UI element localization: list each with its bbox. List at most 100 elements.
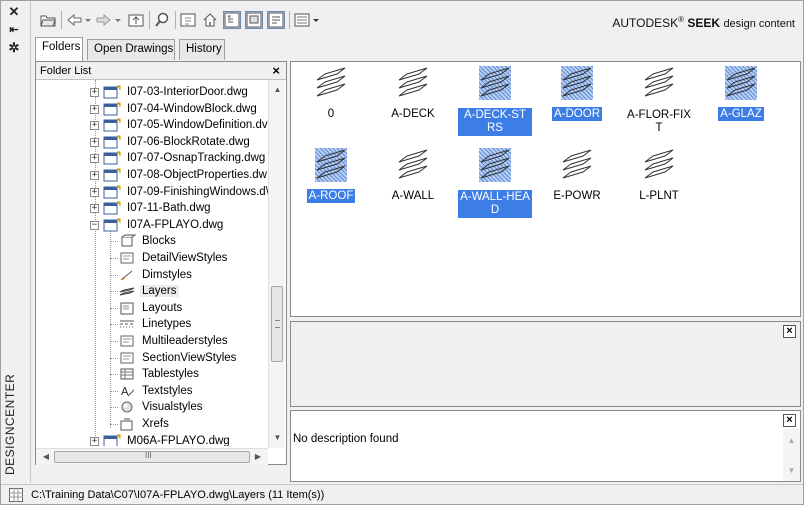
folder-tree: + I07-03-InteriorDoor.dwg + I07-04-WindowBl… <box>36 80 268 446</box>
tree-item-blocks[interactable]: Blocks <box>118 233 178 249</box>
tree-item-label: Visualstyles <box>142 401 203 413</box>
toolbar: AUTODESK® SEEK design content <box>35 5 801 37</box>
scroll-left-arrow-icon[interactable]: ◀ <box>38 449 54 465</box>
expand-icon[interactable]: + <box>90 170 99 180</box>
drawing-file-icon <box>103 168 121 182</box>
folder-list-title: Folder List <box>40 65 92 77</box>
folder-list-close-icon[interactable]: × <box>272 63 280 78</box>
layer-item[interactable]: L-PLNT <box>619 148 699 208</box>
expand-icon[interactable]: + <box>90 137 99 147</box>
tree-item-layouts[interactable]: Layouts <box>118 300 184 316</box>
load-folder-icon[interactable] <box>39 11 57 29</box>
vertical-scroll-thumb[interactable] <box>271 286 283 362</box>
tree-item-textstyles[interactable]: A Textstyles <box>118 383 195 399</box>
tree-item-visualstyles[interactable]: Visualstyles <box>118 399 205 415</box>
tree-item-drawing[interactable]: + I07-09-FinishingWindows.d\ <box>90 184 268 200</box>
back-icon[interactable] <box>65 11 83 29</box>
drawing-file-icon <box>103 185 121 199</box>
folder-list-vertical-scrollbar[interactable]: ▲ ▼ <box>268 80 285 448</box>
tree-item-drawing[interactable]: + I07-03-InteriorDoor.dwg <box>90 84 250 100</box>
layer-item[interactable]: A-ROOF <box>291 148 371 208</box>
description-text: No description found <box>293 433 399 445</box>
tree-item-label: Linetypes <box>142 318 192 330</box>
layer-item[interactable]: A-FLOR-FIXT <box>619 66 699 134</box>
layer-item[interactable]: A-WALL-HEAD <box>455 148 535 218</box>
forward-dropdown-icon[interactable] <box>113 11 123 29</box>
layer-item[interactable]: A-DOOR <box>537 66 617 126</box>
tree-view-toggle-icon[interactable] <box>223 11 241 29</box>
tree-item-drawing[interactable]: + I07-08-ObjectProperties.dw <box>90 167 268 183</box>
layer-item[interactable]: E-POWR <box>537 148 617 208</box>
layer-icon <box>479 148 511 182</box>
tree-item-multileader-styles[interactable]: Multileaderstyles <box>118 333 230 349</box>
collapse-icon[interactable]: − <box>90 220 99 230</box>
tree-item-tablestyles[interactable]: Tablestyles <box>118 366 201 382</box>
multileader-styles-icon <box>120 335 134 347</box>
layer-icon <box>398 149 428 179</box>
folder-list-horizontal-scrollbar[interactable]: ◀ III ▶ <box>36 448 268 465</box>
scroll-down-arrow-icon[interactable]: ▼ <box>269 430 286 446</box>
layer-item[interactable]: A-GLAZ <box>701 66 781 126</box>
preview-close-icon[interactable]: × <box>783 325 796 338</box>
tab-open-drawings[interactable]: Open Drawings <box>87 39 175 60</box>
layer-name: A-DECK-STRS <box>458 108 532 136</box>
views-dropdown-icon[interactable] <box>311 11 321 29</box>
views-icon[interactable] <box>293 11 311 29</box>
layer-item[interactable]: A-DECK-STRS <box>455 66 535 136</box>
expand-icon[interactable]: + <box>90 87 99 97</box>
expand-icon[interactable]: + <box>90 187 99 197</box>
tab-history[interactable]: History <box>179 39 225 60</box>
close-palette-icon[interactable]: ✕ <box>7 5 21 19</box>
scroll-right-arrow-icon[interactable]: ▶ <box>250 449 266 465</box>
horizontal-scroll-thumb[interactable]: III <box>54 451 250 463</box>
layer-item[interactable]: A-DECK <box>373 66 453 126</box>
tree-item-layers[interactable]: Layers <box>118 283 179 299</box>
layer-item[interactable]: 0 <box>291 66 371 126</box>
autohide-icon[interactable]: ⇤ <box>7 23 21 37</box>
detail-view-styles-icon <box>120 252 134 264</box>
expand-icon[interactable]: + <box>90 203 99 213</box>
tree-item-drawing[interactable]: + I07-11-Bath.dwg <box>90 200 213 216</box>
layer-name: A-DOOR <box>552 107 602 121</box>
tab-folders[interactable]: Folders <box>35 37 83 61</box>
expand-icon[interactable]: + <box>90 104 99 114</box>
layer-item[interactable]: A-WALL <box>373 148 453 208</box>
layer-icon <box>644 149 674 179</box>
search-icon[interactable] <box>153 11 171 29</box>
description-toggle-icon[interactable] <box>267 11 285 29</box>
description-close-icon[interactable]: × <box>783 414 796 427</box>
up-folder-icon[interactable] <box>127 11 145 29</box>
layer-name: A-DECK <box>391 108 435 120</box>
tree-item-drawing[interactable]: + I07-04-WindowBlock.dwg <box>90 101 259 117</box>
expand-icon[interactable]: + <box>90 120 99 130</box>
tree-item-drawing[interactable]: − I07A-FPLAYO.dwg <box>90 217 225 233</box>
expand-icon[interactable]: + <box>90 436 99 446</box>
visualstyles-icon <box>121 401 133 413</box>
tree-item-detail-view-styles[interactable]: DetailViewStyles <box>118 250 229 266</box>
tree-item-dimstyles[interactable]: Dimstyles <box>118 267 194 283</box>
preview-toggle-icon[interactable] <box>245 11 263 29</box>
forward-icon[interactable] <box>95 11 113 29</box>
tree-item-linetypes[interactable]: Linetypes <box>118 316 193 332</box>
tree-item-drawing[interactable]: + I07-07-OsnapTracking.dwg <box>90 150 267 166</box>
tree-item-section-view-styles[interactable]: SectionViewStyles <box>118 350 238 366</box>
palette-title: DESIGNCENTER <box>3 373 17 475</box>
favorites-icon[interactable] <box>179 11 197 29</box>
description-pane: × No description found ▲ ▼ <box>290 410 801 482</box>
scroll-up-arrow-icon[interactable]: ▲ <box>269 82 286 98</box>
section-view-styles-icon <box>120 352 134 364</box>
tree-item-drawing[interactable]: + I07-06-BlockRotate.dwg <box>90 134 252 150</box>
back-dropdown-icon[interactable] <box>83 11 93 29</box>
expand-icon[interactable]: + <box>90 153 99 163</box>
desc-scroll-up-icon[interactable]: ▲ <box>783 433 800 449</box>
home-icon[interactable] <box>201 11 219 29</box>
tree-item-drawing[interactable]: + M06A-FPLAYO.dwg <box>90 433 232 446</box>
drawing-file-icon <box>103 151 121 165</box>
autodesk-seek-link[interactable]: AUTODESK® SEEK design content <box>612 15 795 30</box>
properties-gear-icon[interactable]: ✲ <box>7 41 21 55</box>
tree-item-drawing[interactable]: + I07-05-WindowDefinition.dv <box>90 117 268 133</box>
tree-item-label: I07-11-Bath.dwg <box>127 202 211 214</box>
desc-scroll-down-icon[interactable]: ▼ <box>783 463 800 479</box>
description-scrollbar[interactable]: ▲ ▼ <box>783 429 800 481</box>
tree-item-xrefs[interactable]: Xrefs <box>118 416 171 432</box>
